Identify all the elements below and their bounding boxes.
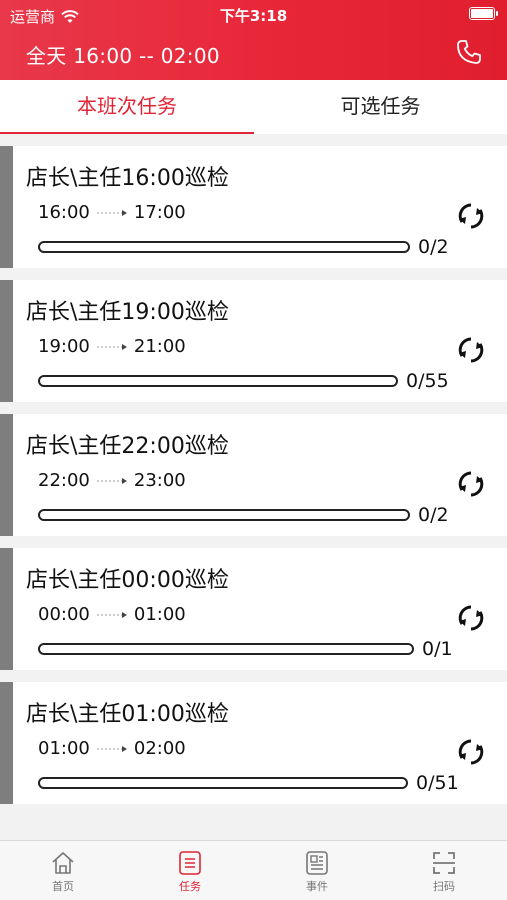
tabbar-events-label: 事件 [306, 880, 328, 893]
progress-count: 0/55 [406, 370, 449, 392]
progress-bar [38, 643, 414, 655]
bottom-tab-bar: 首页 任务 事件 扫码 [0, 840, 507, 900]
task-progress: 0/2 [38, 504, 449, 526]
progress-count: 0/51 [416, 772, 459, 794]
arrow-right-icon [96, 611, 127, 618]
news-icon [306, 851, 328, 875]
task-time-range: 19:00 21:00 [38, 336, 186, 357]
task-start-time: 01:00 [38, 738, 90, 759]
tabbar-home-label: 首页 [52, 880, 74, 893]
task-title: 店长\主任22:00巡检 [26, 434, 229, 459]
tabbar-tasks[interactable]: 任务 [127, 841, 253, 900]
task-time-range: 01:00 02:00 [38, 738, 186, 759]
arrow-right-icon [96, 745, 127, 752]
tabbar-events[interactable]: 事件 [254, 841, 380, 900]
app-header: 运营商 下午3:18 全天 16:00 -- 02:00 [0, 0, 507, 80]
tabbar-scan-label: 扫码 [433, 880, 455, 893]
sync-icon[interactable] [457, 604, 485, 632]
task-title: 店长\主任00:00巡检 [26, 568, 229, 593]
task-start-time: 22:00 [38, 470, 90, 491]
task-card[interactable]: 店长\主任16:00巡检 16:00 17:00 0/2 [0, 146, 507, 268]
task-progress: 0/2 [38, 236, 449, 258]
progress-bar [38, 777, 408, 789]
task-list-icon [179, 851, 201, 875]
task-start-time: 19:00 [38, 336, 90, 357]
task-progress: 0/51 [38, 772, 459, 794]
sync-icon[interactable] [457, 738, 485, 766]
arrow-right-icon [96, 477, 127, 484]
sync-icon[interactable] [457, 470, 485, 498]
progress-bar [38, 241, 410, 253]
task-end-time: 02:00 [133, 738, 186, 759]
progress-count: 0/2 [418, 236, 449, 258]
status-bar: 运营商 下午3:18 [0, 0, 507, 28]
task-title: 店长\主任19:00巡检 [26, 300, 229, 325]
tabbar-tasks-label: 任务 [179, 880, 201, 893]
progress-bar [38, 375, 398, 387]
phone-icon[interactable] [455, 38, 483, 66]
shift-title: 全天 16:00 -- 02:00 [26, 44, 220, 68]
task-start-time: 00:00 [38, 604, 90, 625]
tabbar-home[interactable]: 首页 [0, 841, 126, 900]
task-card[interactable]: 店长\主任01:00巡检 01:00 02:00 0/51 [0, 682, 507, 804]
task-title: 店长\主任16:00巡检 [26, 166, 229, 191]
task-end-time: 17:00 [133, 202, 186, 223]
task-tabs: 本班次任务 可选任务 [0, 80, 507, 134]
task-time-range: 00:00 01:00 [38, 604, 186, 625]
battery-icon [469, 7, 498, 20]
task-card[interactable]: 店长\主任00:00巡检 00:00 01:00 0/1 [0, 548, 507, 670]
progress-count: 0/2 [418, 504, 449, 526]
task-progress: 0/1 [38, 638, 453, 660]
task-end-time: 01:00 [133, 604, 186, 625]
task-end-time: 23:00 [133, 470, 186, 491]
tab-current-shift[interactable]: 本班次任务 [0, 80, 254, 134]
task-card[interactable]: 店长\主任19:00巡检 19:00 21:00 0/55 [0, 280, 507, 402]
sync-icon[interactable] [457, 336, 485, 364]
task-end-time: 21:00 [133, 336, 186, 357]
progress-bar [38, 509, 410, 521]
task-progress: 0/55 [38, 370, 449, 392]
status-time: 下午3:18 [219, 7, 288, 25]
arrow-right-icon [96, 343, 127, 350]
progress-count: 0/1 [422, 638, 453, 660]
task-card[interactable]: 店长\主任22:00巡检 22:00 23:00 0/2 [0, 414, 507, 536]
scan-icon [433, 852, 455, 874]
task-list: 店长\主任16:00巡检 16:00 17:00 0/2 店长\主任19:00巡… [0, 146, 507, 816]
home-icon [52, 852, 74, 874]
task-title: 店长\主任01:00巡检 [26, 702, 229, 727]
task-time-range: 16:00 17:00 [38, 202, 186, 223]
tab-optional-tasks[interactable]: 可选任务 [254, 80, 507, 134]
task-start-time: 16:00 [38, 202, 90, 223]
task-time-range: 22:00 23:00 [38, 470, 186, 491]
tabbar-scan[interactable]: 扫码 [381, 841, 507, 900]
arrow-right-icon [96, 209, 127, 216]
sync-icon[interactable] [457, 202, 485, 230]
